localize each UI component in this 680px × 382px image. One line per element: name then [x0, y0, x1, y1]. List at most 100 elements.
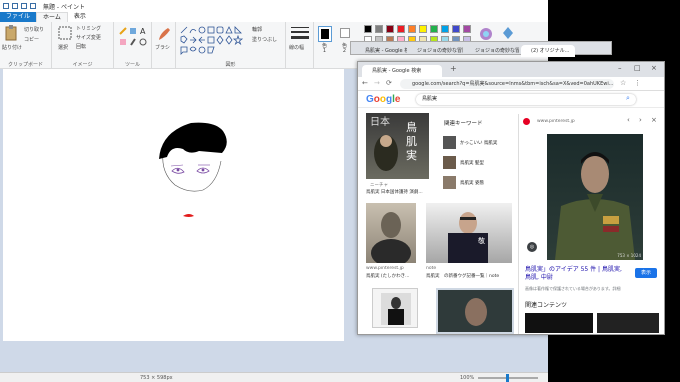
result-3-title[interactable]: 鳥肌実 の新番ウグ記番一覧｜note: [426, 273, 514, 279]
new-tab-icon[interactable]: +: [450, 64, 457, 73]
reload-icon[interactable]: ⟳: [386, 79, 392, 87]
result-thumb-4[interactable]: [372, 288, 418, 328]
behind-tab-4[interactable]: (2) オリジナル...: [521, 45, 575, 57]
color2-button[interactable]: [340, 28, 350, 38]
behind-tab-2[interactable]: ジョジョの奇妙な冒険の...: [407, 45, 463, 57]
palette-swatch[interactable]: [452, 25, 460, 33]
visit-button[interactable]: 表示: [635, 268, 657, 278]
related-item[interactable]: 鳥肌実 姿態: [443, 176, 513, 190]
redo-icon[interactable]: [30, 3, 36, 9]
drawing-canvas[interactable]: [3, 69, 344, 341]
fill-button[interactable]: 塗りつぶし: [252, 36, 277, 43]
color1-label: 色 1: [322, 43, 328, 54]
palette-swatch[interactable]: [397, 25, 405, 33]
close-icon[interactable]: ×: [651, 64, 657, 72]
maximize-icon[interactable]: □: [634, 64, 641, 72]
extensions-icon[interactable]: ⋮: [634, 79, 641, 87]
cut-button[interactable]: 切り取り: [24, 26, 44, 33]
tab-file[interactable]: ファイル: [0, 12, 37, 22]
select-icon[interactable]: [58, 26, 72, 40]
related-content-thumb[interactable]: [597, 313, 659, 333]
result-thumb-5[interactable]: [436, 288, 514, 334]
result-2-title[interactable]: 鳥肌実 (たしかわき...: [366, 273, 420, 279]
paste-button[interactable]: 貼り付け: [2, 44, 22, 51]
paint3d-icon[interactable]: [502, 26, 514, 40]
palette-swatch[interactable]: [430, 25, 438, 33]
related-item[interactable]: かっこいい 鳥肌実: [443, 136, 513, 150]
chrome-window-behind: 鳥肌実 - Google 検索 ジョジョの奇妙な冒険の... ジョジョの奇妙な冒…: [350, 41, 612, 57]
minimize-icon[interactable]: –: [618, 64, 622, 72]
bookmark-star-icon[interactable]: ☆: [620, 79, 626, 87]
zoom-slider-thumb[interactable]: [506, 374, 509, 382]
result-2-source: www.pinterest.jp: [366, 266, 404, 271]
tab-google-search[interactable]: 鳥肌実 - Google 検索: [362, 65, 442, 77]
forward-icon[interactable]: →: [374, 79, 380, 87]
result-thumb-2[interactable]: [366, 203, 416, 263]
line-width-icon[interactable]: [291, 26, 309, 40]
behind-tab-3[interactable]: ジョジョの奇妙な冒険...: [465, 45, 519, 57]
brush-icon[interactable]: [156, 25, 172, 43]
tools-icons[interactable]: A: [118, 26, 148, 48]
tab-view[interactable]: 表示: [68, 12, 92, 22]
rotate-button[interactable]: 回転: [76, 43, 86, 50]
brush-button[interactable]: ブラシ: [155, 44, 170, 51]
prev-icon[interactable]: ‹: [627, 116, 630, 124]
tools-label: ツール: [124, 62, 140, 68]
related-keywords: 関連キーワード かっこいい 鳥肌実 鳥肌実 髪型 鳥肌実 姿態: [438, 114, 516, 194]
crop-button[interactable]: トリミング: [76, 25, 101, 32]
undo-icon[interactable]: [21, 3, 27, 9]
preview-image[interactable]: 753 × 1024: [547, 134, 643, 260]
palette-swatch[interactable]: [408, 25, 416, 33]
svg-text:敬: 敬: [478, 236, 485, 245]
google-logo[interactable]: Google: [366, 94, 400, 105]
face-drawing: [159, 122, 227, 217]
palette-swatch[interactable]: [386, 25, 394, 33]
resize-button[interactable]: サイズ変更: [76, 34, 101, 41]
palette-swatch[interactable]: [375, 25, 383, 33]
search-icon[interactable]: ⌕: [626, 94, 630, 103]
result-1-title[interactable]: 鳥肌実 日本国体護持 演劇...: [366, 189, 432, 195]
image-group: 選択 トリミング サイズ変更 回転 イメージ: [52, 22, 114, 69]
image-label: イメージ: [72, 62, 93, 68]
back-icon[interactable]: ←: [362, 79, 368, 87]
pinterest-icon: [523, 118, 530, 125]
related-item-label: 鳥肌実 姿態: [460, 181, 484, 186]
url-bar[interactable]: google.com/search?q=鳥肌実&source=lnms&tbm=…: [400, 79, 614, 89]
paste-icon[interactable]: [4, 25, 18, 41]
palette-swatch[interactable]: [419, 25, 427, 33]
paint-title: 無題 - ペイント: [43, 3, 85, 11]
copy-button[interactable]: コピー: [24, 36, 39, 43]
shapes-gallery[interactable]: [179, 25, 243, 55]
chrome-toolbar: ← → ⟳ google.com/search?q=鳥肌実&source=lnm…: [358, 77, 664, 91]
color1-button[interactable]: [318, 26, 332, 42]
result-3-source: note: [426, 266, 437, 271]
copyright-note: 画像は著作権で保護されている場合があります。詳細: [525, 286, 621, 291]
lens-icon[interactable]: ◎: [527, 242, 537, 252]
related-item[interactable]: 鳥肌実 髪型: [443, 156, 513, 170]
paint-statusbar: 753 × 598px 100%: [0, 372, 548, 382]
result-thumb-3[interactable]: 敬: [426, 203, 512, 263]
google-header: Google 鳥肌実 ⌕: [358, 91, 664, 108]
next-icon[interactable]: ›: [639, 116, 642, 124]
related-thumb: [443, 176, 456, 189]
palette-swatch[interactable]: [441, 25, 449, 33]
related-content-thumb[interactable]: [525, 313, 593, 333]
panel-close-icon[interactable]: ×: [651, 116, 657, 124]
shapes-group: 輪郭 塗りつぶし 図形: [176, 22, 286, 69]
related-thumb: [443, 156, 456, 169]
line-width-button[interactable]: 線の幅: [289, 44, 304, 51]
panel-title[interactable]: 鳥肌実」のアイデア 55 件 | 鳥肌実, 鳥肌, 中尉: [525, 266, 629, 282]
save-icon[interactable]: [12, 3, 18, 9]
paint-tabs: ファイル ホーム 表示: [0, 12, 548, 22]
image-dimensions: 753 × 1024: [617, 253, 641, 258]
palette-swatch[interactable]: [463, 25, 471, 33]
zoom-readout: 100%: [460, 375, 475, 381]
behind-tab-1[interactable]: 鳥肌実 - Google 検索: [355, 45, 407, 57]
palette-swatch[interactable]: [364, 25, 372, 33]
tab-home[interactable]: ホーム: [36, 12, 68, 22]
search-input[interactable]: 鳥肌実: [416, 94, 636, 105]
select-button[interactable]: 選択: [58, 44, 68, 51]
outline-button[interactable]: 輪郭: [252, 26, 262, 33]
result-thumb-1[interactable]: 日本 鳥肌実: [366, 113, 429, 179]
panel-site[interactable]: www.pinterest.jp: [537, 119, 575, 124]
